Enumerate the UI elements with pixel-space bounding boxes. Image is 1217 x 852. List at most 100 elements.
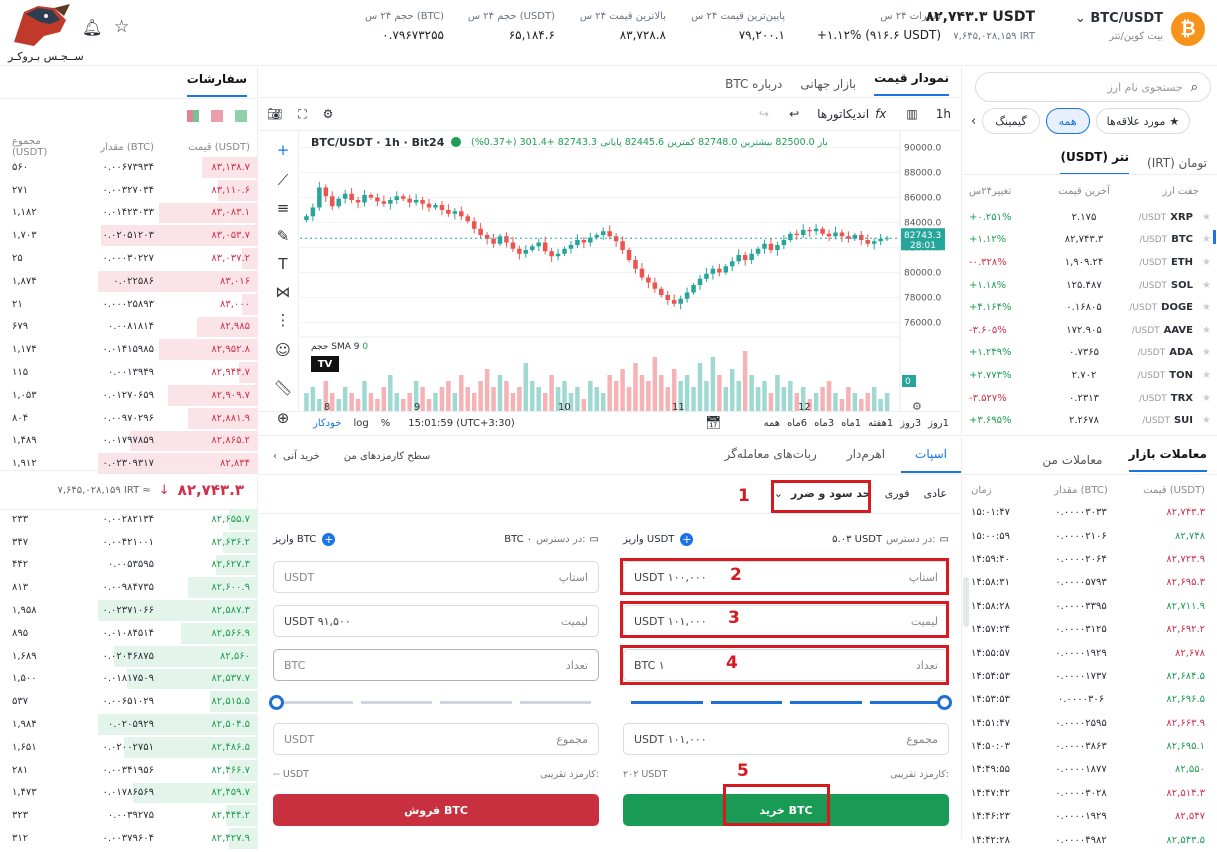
plus-circle-icon[interactable]: + <box>322 533 336 546</box>
orderbook-row[interactable]: ۱,۱۸۲ ۰.۰۱۴۲۳۰۳۳ ۸۳,۰۸۳.۱ <box>0 202 258 225</box>
sell-limit-input[interactable]: USDT ۹۱,۵۰۰ لیمیت <box>273 605 599 637</box>
range-option[interactable]: 1روز <box>928 418 949 429</box>
zoom-in-icon[interactable]: ⊕ <box>271 406 295 430</box>
market-search[interactable]: جستجوی نام ارز ⌕ <box>975 72 1211 102</box>
pair-selector[interactable]: ⌄ BTC/USDT بیت کوین/تتر <box>1065 11 1163 42</box>
market-row[interactable]: +۱.۲۴۹% ۰.۷۳۶۵/USDT ADA ★ <box>963 342 1217 365</box>
tab-usdt[interactable]: تتر (USDT) <box>1060 150 1129 175</box>
orderbook-row[interactable]: ۱۱۵ ۰.۰۰۱۳۹۴۹ ۸۲,۹۴۴.۷ <box>0 361 258 384</box>
range-option[interactable]: 1ماه <box>841 418 861 429</box>
star-icon[interactable]: ★ <box>1193 325 1211 336</box>
deposit-usdt-link[interactable]: واریز USDT <box>623 534 674 545</box>
text-tool-icon[interactable]: T <box>271 252 295 276</box>
crosshair-icon[interactable]: + <box>271 138 295 162</box>
orderbook-row[interactable]: ۱,۴۷۳ ۰.۰۱۷۸۶۵۶۹ ۸۲,۴۵۹.۷ <box>0 782 258 805</box>
alert-bell-icon[interactable]: 🔔︎ <box>82 18 102 37</box>
tab-instant[interactable]: فوری <box>885 487 910 500</box>
trendline-icon[interactable]: ⟋ <box>271 168 295 192</box>
star-icon[interactable]: ★ <box>1193 302 1211 313</box>
tab-spot[interactable]: اسپات <box>915 447 947 461</box>
interval-select[interactable]: 1h <box>936 107 951 121</box>
tab-bots[interactable]: ربات‌های معامله‌گر <box>725 447 817 461</box>
buy-total-input[interactable]: USDT ۱۰۱,۰۰۰ مجموع <box>623 723 949 755</box>
star-icon[interactable]: ★ <box>1193 347 1211 358</box>
orderbook-row[interactable]: ۸۹۵ ۰.۰۱۰۸۴۵۱۴ ۸۲,۵۶۶.۹ <box>0 622 258 645</box>
slider-handle[interactable] <box>269 695 284 710</box>
tab-margin[interactable]: اهرم‌دار <box>847 447 885 461</box>
tab-orders[interactable]: سفارشات <box>187 72 247 97</box>
broker-logo[interactable]: ســجـس بـروکـر <box>4 2 84 63</box>
tab-my-trades[interactable]: معاملات من <box>1042 453 1102 467</box>
log-scale-toggle[interactable]: log <box>353 418 368 429</box>
market-row[interactable]: +۰.۲۵۱% ۲.۱۷۵/USDT XRP ★ <box>963 206 1217 229</box>
orderbook-row[interactable]: ۸۰۴ ۰.۰۰۹۷۰۲۹۶ ۸۲,۸۸۱.۹ <box>0 407 258 430</box>
view-bids-icon[interactable] <box>235 110 247 122</box>
orderbook-row[interactable]: ۱,۱۷۴ ۰.۰۱۴۱۵۹۸۵ ۸۲,۹۵۲.۸ <box>0 338 258 361</box>
emoji-icon[interactable]: ☺ <box>271 338 295 362</box>
orderbook-row[interactable]: ۱,۶۵۱ ۰.۰۲۰۰۲۷۵۱ ۸۲,۴۸۶.۵ <box>0 736 258 759</box>
star-icon[interactable]: ★ <box>1193 280 1211 291</box>
orderbook-row[interactable]: ۳۲۳ ۰.۰۰۳۹۲۷۵ ۸۲,۴۴۴.۲ <box>0 804 258 827</box>
sell-stop-input[interactable]: USDT استاپ <box>273 561 599 593</box>
view-both-icon[interactable] <box>187 110 199 122</box>
deposit-btc-link[interactable]: واریز BTC <box>273 534 316 545</box>
star-icon[interactable]: ★ <box>1193 415 1211 426</box>
market-row[interactable]: -۰.۳۲۸% ۱,۹۰۹.۲۴/USDT ETH ★ <box>963 251 1217 274</box>
tradingview-logo[interactable]: TV <box>311 356 339 372</box>
instant-buy-link[interactable]: خرید آنی <box>283 451 320 462</box>
buy-limit-input[interactable]: USDT ۱۰۱,۰۰۰ لیمیت <box>623 605 949 637</box>
candle-type-icon[interactable]: ▥ <box>906 107 917 121</box>
undo-icon[interactable]: ↩ <box>789 107 799 121</box>
market-row[interactable]: +۱.۱۲% ۸۲,۷۴۳.۳/USDT BTC ★ <box>963 229 1217 252</box>
sell-quantity-input[interactable]: BTC تعداد <box>273 649 599 681</box>
chevron-left-icon[interactable]: ‹ <box>273 451 277 462</box>
orderbook-row[interactable]: ۱,۵۰۰ ۰.۰۱۸۱۷۵۰۹ ۸۲,۵۳۷.۷ <box>0 668 258 691</box>
orderbook-row[interactable]: ۵۳۷ ۰.۰۰۶۵۱۰۲۹ ۸۲,۵۱۵.۵ <box>0 690 258 713</box>
range-option[interactable]: 3ماه <box>814 418 834 429</box>
price-chart[interactable]: 90000.088000.086000.084000.082000.080000… <box>300 131 962 411</box>
star-icon[interactable]: ★ <box>1193 234 1211 245</box>
plus-circle-icon[interactable]: + <box>680 533 694 546</box>
orderbook-row[interactable]: ۱,۹۵۸ ۰.۰۲۳۷۱۰۶۶ ۸۲,۵۸۷.۳ <box>0 599 258 622</box>
orderbook-row[interactable]: ۲۷۱ ۰.۰۰۳۲۷۰۳۴ ۸۳,۱۱۰.۶ <box>0 179 258 202</box>
tab-price-chart[interactable]: نمودار قیمت <box>874 71 949 96</box>
tab-about-btc[interactable]: درباره BTC <box>725 77 782 91</box>
buy-stop-input[interactable]: USDT ۱۰۰,۰۰۰ استاپ <box>623 561 949 593</box>
fee-levels-link[interactable]: سطح کارمزدهای من <box>344 451 430 462</box>
market-row[interactable]: +۲.۷۷۳% ۲.۷۰۲/USDT TON ★ <box>963 364 1217 387</box>
view-asks-icon[interactable] <box>211 110 223 122</box>
chevron-left-icon[interactable]: ‹ <box>971 114 976 129</box>
date-range-icon[interactable]: 📅︎ <box>705 416 722 431</box>
buy-btc-button[interactable]: خرید BTC <box>623 794 949 826</box>
orderbook-row[interactable]: ۱,۹۸۴ ۰.۰۲۰۵۹۲۹ ۸۲,۵۰۴.۵ <box>0 713 258 736</box>
tab-global-market[interactable]: بازار جهانی <box>800 77 856 91</box>
star-icon[interactable]: ★ <box>1193 212 1211 223</box>
market-row[interactable]: -۳.۵۲۷% ۰.۲۳۱۳/USDT TRX ★ <box>963 387 1217 410</box>
scale-settings-icon[interactable]: ⚙ <box>912 400 922 411</box>
star-icon[interactable]: ★ <box>1193 393 1211 404</box>
auto-scale-toggle[interactable]: خودکار <box>313 418 341 429</box>
range-option[interactable]: 3روز <box>900 418 921 429</box>
search-input[interactable]: جستجوی نام ارز <box>1107 81 1182 94</box>
orderbook-row[interactable]: ۱,۰۵۳ ۰.۰۱۲۷۰۶۵۹ ۸۲,۹۰۹.۷ <box>0 384 258 407</box>
redo-icon[interactable]: ↪ <box>759 107 769 121</box>
chip-gaming[interactable]: گیمینگ <box>982 108 1040 134</box>
forecast-icon[interactable]: ⋮ <box>271 308 295 332</box>
market-row[interactable]: +۱.۱۸% ۱۲۵.۴۸۷/USDT SOL ★ <box>963 274 1217 297</box>
orderbook-row[interactable]: ۶۷۹ ۰.۰۰۸۱۸۱۴ ۸۲,۹۸۵ <box>0 316 258 339</box>
brush-icon[interactable]: ✎ <box>271 224 295 248</box>
orderbook-row[interactable]: ۸۱۳ ۰.۰۰۹۸۴۷۳۵ ۸۲,۶۰۰.۹ <box>0 576 258 599</box>
slider-handle[interactable] <box>937 695 952 710</box>
pattern-icon[interactable]: ⋈ <box>271 280 295 304</box>
orderbook-row[interactable]: ۳۴۷ ۰.۰۰۴۲۱۰۰۱ ۸۲,۶۳۶.۲ <box>0 531 258 554</box>
indicators-fx-icon[interactable]: fx <box>875 107 886 121</box>
market-row[interactable]: +۳.۶۹۵% ۲.۲۶۷۸/USDT SUI ★ <box>963 409 1217 432</box>
orderbook-row[interactable]: ۱,۸۷۴ ۰.۰۲۲۵۸۶ ۸۳,۰۱۶ <box>0 270 258 293</box>
range-option[interactable]: 1هفته <box>868 418 893 429</box>
star-icon[interactable]: ★ <box>1193 370 1211 381</box>
market-row[interactable]: +۴.۱۶۴% ۰.۱۶۸۰۵/USDT DOGE ★ <box>963 296 1217 319</box>
buy-quantity-input[interactable]: BTC ۱ تعداد <box>623 649 949 681</box>
sell-total-input[interactable]: USDT مجموع <box>273 723 599 755</box>
tab-market-trades[interactable]: معاملات بازار <box>1129 447 1207 472</box>
chip-favorites[interactable]: مورد علاقه‌ها ★ <box>1095 108 1191 134</box>
